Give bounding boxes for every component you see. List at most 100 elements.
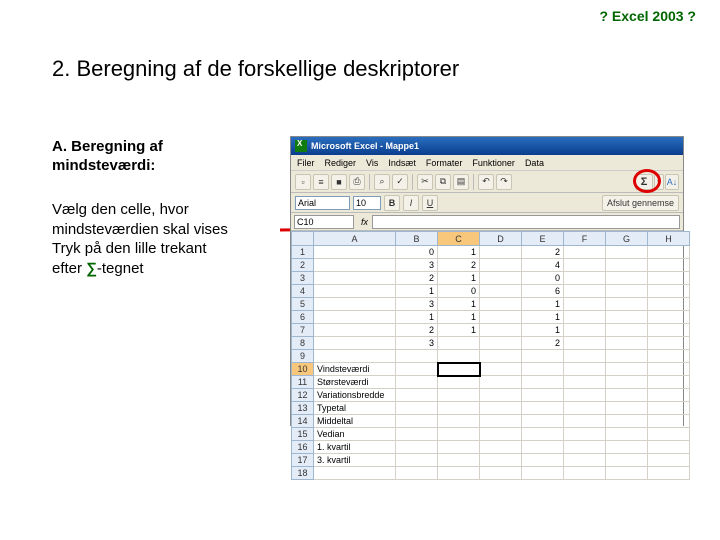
cell[interactable]: 0 bbox=[438, 285, 480, 298]
cell[interactable]: 1 bbox=[438, 324, 480, 337]
cell[interactable] bbox=[522, 402, 564, 415]
cell[interactable] bbox=[396, 389, 438, 402]
cell[interactable] bbox=[564, 324, 606, 337]
cell[interactable]: 0 bbox=[522, 272, 564, 285]
rowhead[interactable]: 11 bbox=[292, 376, 314, 389]
cell[interactable] bbox=[606, 415, 648, 428]
cell[interactable] bbox=[438, 363, 480, 376]
cell[interactable] bbox=[314, 272, 396, 285]
cell[interactable]: 1 bbox=[438, 298, 480, 311]
cell[interactable] bbox=[396, 415, 438, 428]
cell[interactable] bbox=[396, 376, 438, 389]
cell[interactable] bbox=[480, 415, 522, 428]
cell[interactable] bbox=[480, 246, 522, 259]
colhead-b[interactable]: B bbox=[396, 232, 438, 246]
menu-vis[interactable]: Vis bbox=[366, 158, 378, 168]
cell[interactable] bbox=[314, 324, 396, 337]
cell[interactable] bbox=[564, 246, 606, 259]
cell[interactable] bbox=[648, 389, 690, 402]
cell[interactable] bbox=[522, 441, 564, 454]
cell[interactable]: 1. kvartil bbox=[314, 441, 396, 454]
rowhead[interactable]: 15 bbox=[292, 428, 314, 441]
cell[interactable] bbox=[480, 311, 522, 324]
rowhead[interactable]: 2 bbox=[292, 259, 314, 272]
cell[interactable] bbox=[564, 298, 606, 311]
cell[interactable] bbox=[480, 454, 522, 467]
cell[interactable] bbox=[314, 311, 396, 324]
cell[interactable] bbox=[480, 285, 522, 298]
cell[interactable] bbox=[564, 441, 606, 454]
cell[interactable] bbox=[480, 441, 522, 454]
cell[interactable] bbox=[606, 285, 648, 298]
colhead-g[interactable]: G bbox=[606, 232, 648, 246]
new-icon[interactable]: ▫ bbox=[295, 174, 311, 190]
name-box[interactable]: C10 bbox=[294, 215, 354, 229]
cell[interactable] bbox=[480, 298, 522, 311]
cell[interactable] bbox=[522, 363, 564, 376]
font-size-select[interactable]: 10 bbox=[353, 196, 381, 210]
cell[interactable] bbox=[480, 350, 522, 363]
cell[interactable] bbox=[606, 376, 648, 389]
fx-label[interactable]: fx bbox=[361, 217, 368, 227]
cell[interactable] bbox=[480, 376, 522, 389]
cut-icon[interactable]: ✂ bbox=[417, 174, 433, 190]
cell[interactable] bbox=[648, 337, 690, 350]
cell[interactable] bbox=[606, 298, 648, 311]
cell[interactable]: 1 bbox=[396, 285, 438, 298]
cell[interactable] bbox=[564, 285, 606, 298]
cell[interactable] bbox=[606, 337, 648, 350]
cell[interactable] bbox=[648, 246, 690, 259]
cell[interactable] bbox=[606, 311, 648, 324]
cell[interactable] bbox=[396, 441, 438, 454]
rowhead[interactable]: 14 bbox=[292, 415, 314, 428]
cell[interactable] bbox=[648, 285, 690, 298]
cell[interactable]: 4 bbox=[522, 259, 564, 272]
cell[interactable]: 1 bbox=[438, 246, 480, 259]
cell[interactable] bbox=[480, 428, 522, 441]
cell[interactable] bbox=[314, 298, 396, 311]
cell[interactable] bbox=[522, 350, 564, 363]
cell[interactable] bbox=[522, 389, 564, 402]
rowhead[interactable]: 3 bbox=[292, 272, 314, 285]
preview-icon[interactable]: ⌕ bbox=[374, 174, 390, 190]
rowhead[interactable]: 12 bbox=[292, 389, 314, 402]
autosum-sigma-button[interactable]: Σ bbox=[635, 174, 653, 190]
cell[interactable] bbox=[564, 415, 606, 428]
colhead-c[interactable]: C bbox=[438, 232, 480, 246]
cell[interactable] bbox=[396, 454, 438, 467]
cell[interactable] bbox=[606, 428, 648, 441]
menu-data[interactable]: Data bbox=[525, 158, 544, 168]
cell[interactable] bbox=[396, 350, 438, 363]
formula-bar[interactable] bbox=[372, 215, 680, 229]
cell[interactable]: Vedian bbox=[314, 428, 396, 441]
colhead-a[interactable]: A bbox=[314, 232, 396, 246]
cell[interactable] bbox=[606, 402, 648, 415]
rowhead[interactable]: 17 bbox=[292, 454, 314, 467]
menu-funktioner[interactable]: Funktioner bbox=[472, 158, 515, 168]
cell[interactable] bbox=[314, 350, 396, 363]
cell[interactable] bbox=[606, 259, 648, 272]
menu-rediger[interactable]: Rediger bbox=[325, 158, 357, 168]
save-icon[interactable]: ■ bbox=[331, 174, 347, 190]
cell[interactable]: 3 bbox=[396, 298, 438, 311]
cell[interactable] bbox=[564, 363, 606, 376]
cell[interactable] bbox=[438, 441, 480, 454]
open-icon[interactable]: ≡ bbox=[313, 174, 329, 190]
cell[interactable] bbox=[438, 402, 480, 415]
rowhead[interactable]: 13 bbox=[292, 402, 314, 415]
underline-icon[interactable]: U bbox=[422, 195, 438, 211]
cell[interactable] bbox=[480, 467, 522, 480]
cell[interactable] bbox=[606, 246, 648, 259]
colhead-h[interactable]: H bbox=[648, 232, 690, 246]
cell[interactable] bbox=[438, 428, 480, 441]
rowhead[interactable]: 6 bbox=[292, 311, 314, 324]
cell[interactable] bbox=[564, 272, 606, 285]
cell[interactable] bbox=[396, 467, 438, 480]
rowhead[interactable]: 18 bbox=[292, 467, 314, 480]
excel-menubar[interactable]: Filer Rediger Vis Indsæt Formater Funkti… bbox=[291, 155, 683, 171]
cell[interactable] bbox=[648, 467, 690, 480]
cell[interactable] bbox=[314, 467, 396, 480]
cell[interactable] bbox=[564, 350, 606, 363]
cell[interactable] bbox=[438, 350, 480, 363]
cell[interactable]: 1 bbox=[438, 311, 480, 324]
